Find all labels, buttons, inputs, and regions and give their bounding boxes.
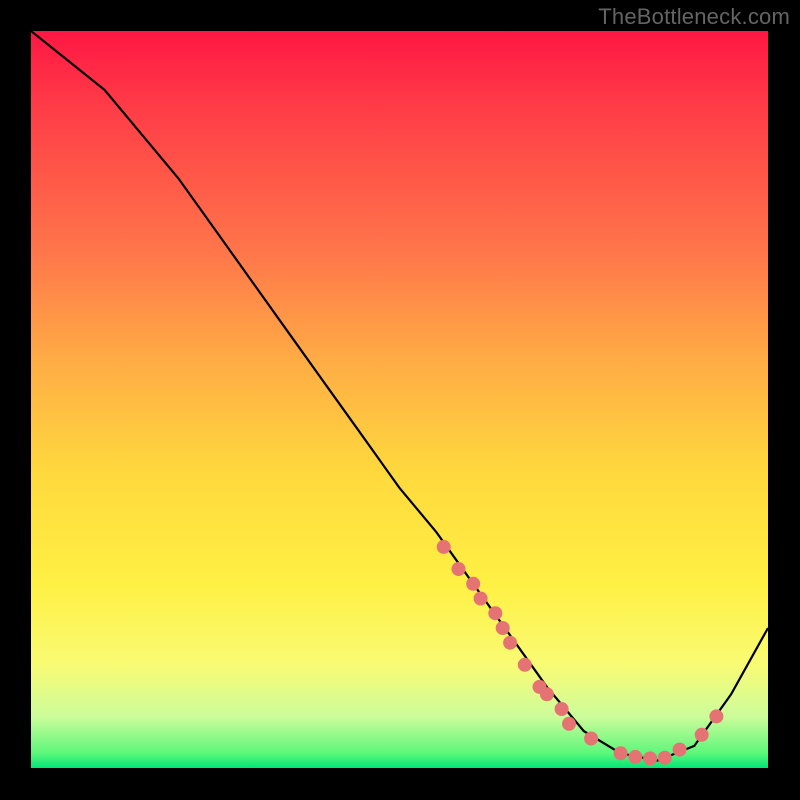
data-marker xyxy=(555,702,569,716)
data-marker xyxy=(584,732,598,746)
data-marker xyxy=(466,577,480,591)
data-marker xyxy=(673,743,687,757)
data-marker xyxy=(709,709,723,723)
data-marker xyxy=(540,687,554,701)
data-marker xyxy=(452,562,466,576)
watermark-text: TheBottleneck.com xyxy=(598,4,790,30)
data-markers xyxy=(437,540,724,766)
data-marker xyxy=(437,540,451,554)
data-marker xyxy=(488,606,502,620)
curve-svg xyxy=(31,31,768,768)
data-marker xyxy=(518,658,532,672)
data-marker xyxy=(474,592,488,606)
gradient-plot-area xyxy=(31,31,768,768)
data-marker xyxy=(614,746,628,760)
bottleneck-curve xyxy=(31,31,768,761)
data-marker xyxy=(503,636,517,650)
data-marker xyxy=(562,717,576,731)
data-marker xyxy=(628,750,642,764)
data-marker xyxy=(695,728,709,742)
data-marker xyxy=(643,751,657,765)
chart-container: TheBottleneck.com xyxy=(0,0,800,800)
data-marker xyxy=(658,751,672,765)
data-marker xyxy=(496,621,510,635)
